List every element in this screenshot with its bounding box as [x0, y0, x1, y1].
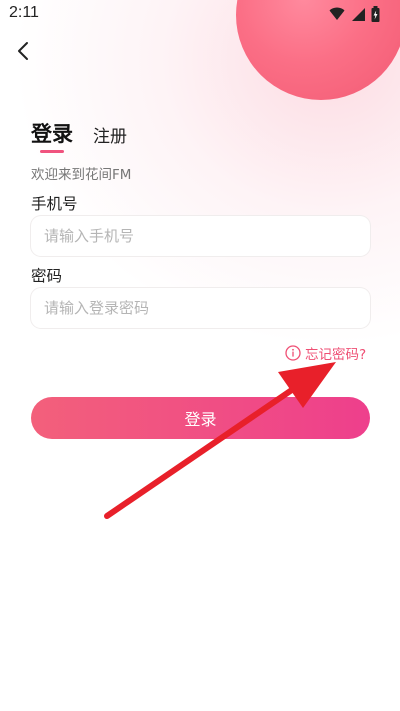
- forgot-password-label: 忘记密码?: [305, 347, 367, 363]
- phone-input[interactable]: [42, 226, 370, 246]
- forgot-password-link[interactable]: 忘记密码?: [285, 343, 366, 363]
- password-input[interactable]: [42, 298, 370, 318]
- phone-field[interactable]: [31, 216, 370, 256]
- info-circle-icon: [285, 345, 301, 361]
- tab-login[interactable]: 登录: [31, 118, 73, 148]
- battery-icon: [371, 6, 380, 22]
- status-bar: 2:11: [0, 0, 400, 28]
- status-time: 2:11: [9, 4, 39, 21]
- password-label: 密码: [31, 267, 63, 285]
- tab-register[interactable]: 注册: [93, 122, 127, 147]
- login-button-label: 登录: [184, 410, 217, 429]
- phone-label: 手机号: [31, 195, 78, 213]
- signal-icon: [352, 8, 365, 21]
- welcome-text: 欢迎来到花间FM: [31, 167, 132, 183]
- chevron-left-icon: [18, 42, 28, 60]
- status-icons: [329, 6, 380, 22]
- login-button[interactable]: 登录: [31, 397, 370, 439]
- tab-active-indicator: [40, 150, 64, 153]
- back-button[interactable]: [12, 38, 36, 64]
- password-field[interactable]: [31, 288, 370, 328]
- wifi-icon: [329, 7, 345, 20]
